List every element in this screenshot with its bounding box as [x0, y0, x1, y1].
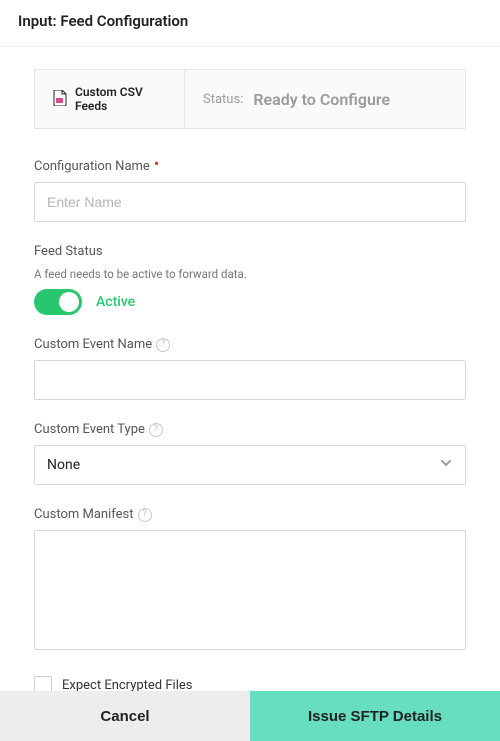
- feed-status-subtext: A feed needs to be active to forward dat…: [34, 267, 466, 281]
- help-icon[interactable]: ?: [149, 423, 163, 437]
- feed-status-label: Feed Status: [34, 244, 466, 259]
- custom-event-type-select[interactable]: None: [34, 445, 466, 485]
- info-feed-type: Custom CSV Feeds: [35, 70, 185, 128]
- custom-manifest-textarea[interactable]: [34, 530, 466, 650]
- toggle-knob-icon: [59, 292, 79, 312]
- status-label: Status:: [203, 92, 243, 107]
- footer-actions: Cancel Issue SFTP Details: [0, 691, 500, 741]
- field-feed-status: Feed Status A feed needs to be active to…: [34, 244, 466, 315]
- page-title: Input: Feed Configuration: [0, 0, 500, 47]
- issue-sftp-button[interactable]: Issue SFTP Details: [250, 691, 500, 741]
- field-custom-manifest: Custom Manifest ?: [34, 507, 466, 654]
- status-value: Ready to Configure: [253, 90, 390, 109]
- field-custom-event-name: Custom Event Name ?: [34, 337, 466, 400]
- cancel-button[interactable]: Cancel: [0, 691, 250, 741]
- config-name-label-text: Configuration Name: [34, 159, 150, 174]
- custom-event-type-selected: None: [47, 457, 80, 473]
- help-icon[interactable]: ?: [156, 338, 170, 352]
- custom-manifest-label: Custom Manifest: [34, 507, 134, 522]
- feed-status-toggle[interactable]: [34, 289, 82, 315]
- feed-status-active-label: Active: [96, 294, 135, 310]
- info-status: Status: Ready to Configure: [185, 70, 408, 128]
- field-config-name: Configuration Name •: [34, 159, 466, 222]
- form-area: Custom CSV Feeds Status: Ready to Config…: [0, 47, 500, 694]
- feed-type-label: Custom CSV Feeds: [75, 85, 166, 113]
- info-box: Custom CSV Feeds Status: Ready to Config…: [34, 69, 466, 129]
- custom-event-name-input[interactable]: [34, 360, 466, 400]
- help-icon[interactable]: ?: [138, 508, 152, 522]
- feed-file-icon: [53, 90, 67, 109]
- chevron-down-icon: [439, 456, 453, 474]
- config-name-label: Configuration Name •: [34, 159, 466, 174]
- custom-event-name-label: Custom Event Name: [34, 337, 152, 352]
- config-name-input[interactable]: [34, 182, 466, 222]
- required-indicator-icon: •: [154, 162, 159, 165]
- field-custom-event-type: Custom Event Type ? None: [34, 422, 466, 485]
- custom-event-type-label: Custom Event Type: [34, 422, 145, 437]
